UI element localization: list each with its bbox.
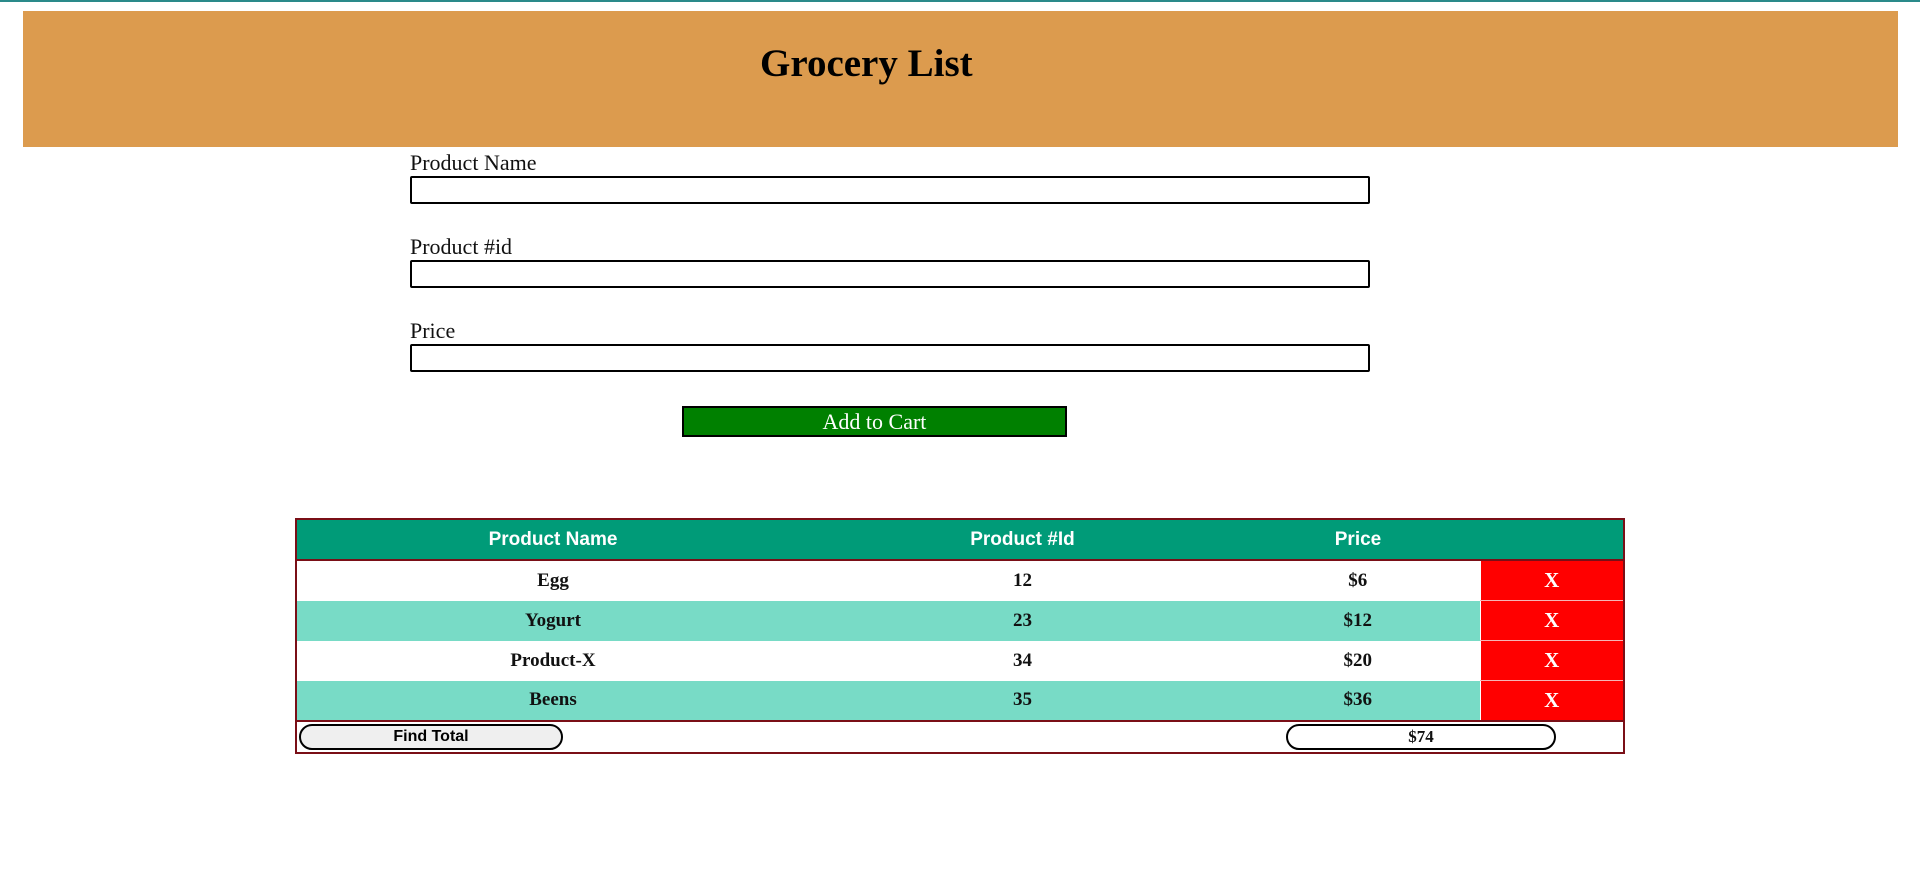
cart-header-row: Product Name Product #Id Price [296, 519, 1624, 561]
delete-button[interactable]: X [1479, 680, 1624, 722]
delete-button[interactable]: X [1479, 640, 1624, 681]
product-name-cell: Product-X [296, 640, 809, 681]
product-name-cell: Yogurt [296, 600, 809, 641]
delete-button[interactable]: X [1479, 600, 1624, 641]
product-id-label: Product #id [410, 234, 513, 259]
table-row: Product-X 34 $20 X [296, 640, 1624, 681]
product-id-cell: 12 [809, 560, 1236, 601]
table-row: Yogurt 23 $12 X [296, 600, 1624, 641]
delete-button[interactable]: X [1479, 560, 1624, 601]
column-header-product-name: Product Name [296, 519, 809, 561]
top-accent-line [0, 0, 1920, 2]
price-cell: $6 [1236, 560, 1480, 601]
product-id-cell: 23 [809, 600, 1236, 641]
product-id-cell: 34 [809, 640, 1236, 681]
product-name-cell: Beens [296, 680, 809, 721]
column-header-delete [1480, 519, 1624, 561]
price-input[interactable] [410, 344, 1370, 372]
page-title: Grocery List [760, 42, 973, 85]
product-id-input[interactable] [410, 260, 1370, 288]
product-id-cell: 35 [809, 680, 1236, 721]
column-header-price: Price [1236, 519, 1480, 561]
product-form: Product Name Product #id Price [410, 150, 1370, 402]
table-row: Egg 12 $6 X [296, 560, 1624, 601]
product-name-input[interactable] [410, 176, 1370, 204]
page-header: Grocery List [23, 11, 1898, 147]
empty-cell [809, 720, 1236, 753]
price-cell: $20 [1236, 640, 1480, 681]
total-value-cell: $74 [1236, 720, 1624, 753]
column-header-product-id: Product #Id [809, 519, 1236, 561]
find-total-button[interactable]: Find Total [299, 724, 563, 750]
price-label: Price [410, 318, 456, 343]
price-cell: $12 [1236, 600, 1480, 641]
table-row: Beens 35 $36 X [296, 680, 1624, 722]
total-row: Find Total $74 [296, 720, 1624, 753]
total-value: $74 [1286, 724, 1556, 750]
add-to-cart-button[interactable]: Add to Cart [682, 406, 1067, 437]
product-name-label: Product Name [410, 150, 537, 175]
find-total-cell: Find Total [296, 720, 809, 753]
cart-table: Product Name Product #Id Price Egg 12 $6… [295, 518, 1625, 754]
product-name-cell: Egg [296, 560, 809, 601]
price-cell: $36 [1236, 680, 1480, 721]
